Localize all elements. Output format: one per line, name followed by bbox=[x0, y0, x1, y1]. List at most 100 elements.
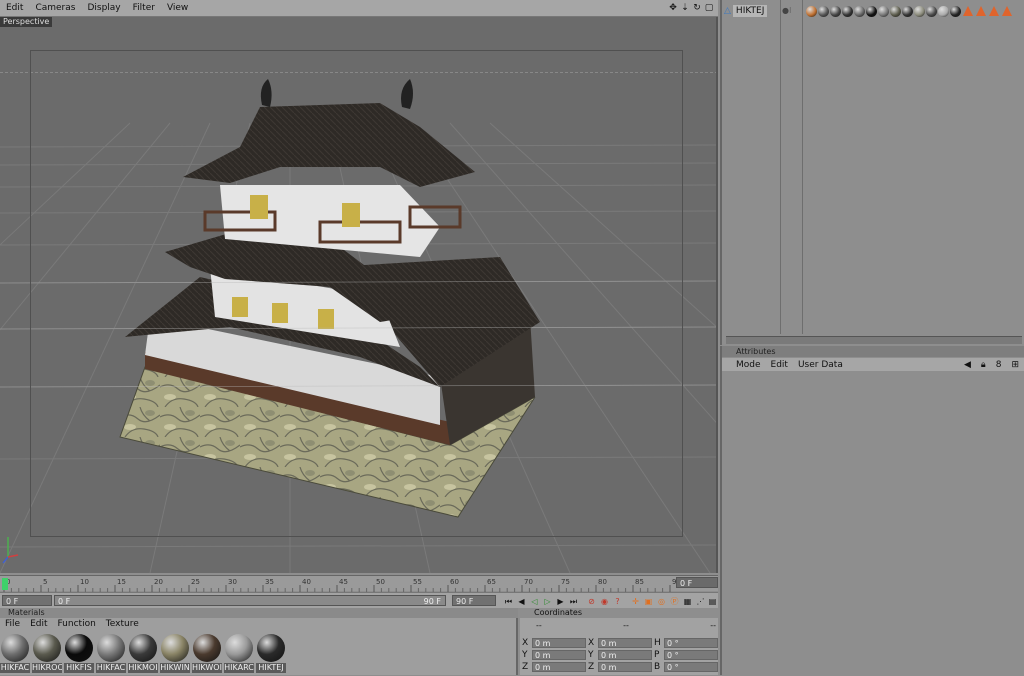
material-tag[interactable] bbox=[878, 6, 889, 17]
material-item[interactable]: HIKFIS bbox=[64, 634, 94, 676]
coord-field[interactable]: 0 m bbox=[532, 650, 586, 660]
key-position-icon[interactable]: ✛ bbox=[630, 596, 641, 607]
playhead[interactable] bbox=[2, 578, 8, 590]
key-rotation-icon[interactable]: ◎ bbox=[656, 596, 667, 607]
material-tag[interactable] bbox=[830, 6, 841, 17]
object-icon: △ bbox=[724, 6, 731, 16]
materials-menu-edit[interactable]: Edit bbox=[25, 619, 52, 631]
play-backward-icon[interactable]: ◁ bbox=[529, 596, 540, 607]
end-frame-field[interactable]: 90 F bbox=[452, 595, 496, 606]
material-tag[interactable] bbox=[890, 6, 901, 17]
material-item[interactable]: HIKMOI bbox=[128, 634, 158, 676]
key-parameter-icon[interactable]: Ⓟ bbox=[669, 596, 680, 607]
coord-field[interactable]: 0 m bbox=[532, 638, 586, 648]
next-frame-icon[interactable]: ▶ bbox=[555, 596, 566, 607]
coord-row-1: X 0 m X 0 m H 0 ° bbox=[522, 638, 720, 649]
3d-viewport[interactable]: Perspective bbox=[0, 17, 718, 573]
material-preview bbox=[193, 634, 221, 662]
material-name: HIKMOI bbox=[128, 663, 158, 673]
timeline-tick-label: 75 bbox=[561, 578, 570, 586]
maximize-icon[interactable]: ▢ bbox=[704, 3, 714, 13]
attributes-menu: Mode Edit User Data ◀ 🔒︎ 8 ⊞ bbox=[722, 358, 1024, 371]
current-frame-field[interactable]: 0 F bbox=[676, 577, 718, 588]
material-tag[interactable] bbox=[902, 6, 913, 17]
coord-label: Z bbox=[522, 662, 529, 672]
material-item[interactable]: HIKARC bbox=[224, 634, 254, 676]
materials-title: Materials bbox=[0, 608, 518, 618]
phong-tag[interactable] bbox=[976, 6, 986, 16]
coord-label: H bbox=[654, 638, 661, 648]
object-row[interactable]: △ HIKTEJ bbox=[724, 4, 768, 18]
lock-icon[interactable]: 🔒︎ bbox=[976, 360, 991, 370]
timeline-menu-icon[interactable]: ▤ bbox=[707, 596, 718, 607]
materials-menu-function[interactable]: Function bbox=[53, 619, 101, 631]
timeline-tick-label: 80 bbox=[598, 578, 607, 586]
viewport-menubar: Edit Cameras Display Filter View ✥ ⇣ ↻ ▢ bbox=[0, 0, 718, 17]
attributes-menu-edit[interactable]: Edit bbox=[766, 360, 793, 370]
coord-field[interactable]: 0 m bbox=[598, 650, 652, 660]
material-tag[interactable] bbox=[854, 6, 865, 17]
coord-field[interactable]: 0 ° bbox=[664, 650, 718, 660]
menu-cameras[interactable]: Cameras bbox=[29, 3, 81, 13]
material-item[interactable]: HIKFAC bbox=[96, 634, 126, 676]
timeline-tick-label: 55 bbox=[413, 578, 422, 586]
goto-start-icon[interactable]: ⏮ bbox=[503, 596, 514, 607]
coord-field[interactable]: 0 ° bbox=[664, 662, 718, 672]
menu-view[interactable]: View bbox=[161, 3, 194, 13]
material-tag[interactable] bbox=[950, 6, 961, 17]
materials-menu-texture[interactable]: Texture bbox=[101, 619, 144, 631]
material-item[interactable]: HIKFAC bbox=[0, 634, 30, 676]
material-tag[interactable] bbox=[914, 6, 925, 17]
material-tag[interactable] bbox=[818, 6, 829, 17]
coord-field[interactable]: 0 m bbox=[598, 662, 652, 672]
material-tag[interactable] bbox=[806, 6, 817, 17]
phong-tag[interactable] bbox=[1002, 6, 1012, 16]
material-item[interactable]: HIKWOI bbox=[192, 634, 222, 676]
object-horizontal-scrollbar[interactable] bbox=[726, 336, 1022, 344]
material-item[interactable]: HIKWIN bbox=[160, 634, 190, 676]
attributes-panel: Attributes Mode Edit User Data ◀ 🔒︎ 8 ⊞ bbox=[720, 346, 1024, 675]
prev-frame-icon[interactable]: ◀ bbox=[516, 596, 527, 607]
dolly-icon[interactable]: ⇣ bbox=[680, 3, 690, 13]
visibility-dots-icon[interactable]: ●⁝ bbox=[782, 6, 792, 15]
timeline-tick-label: 30 bbox=[228, 578, 237, 586]
goto-end-icon[interactable]: ⏭ bbox=[568, 596, 579, 607]
back-arrow-icon[interactable]: ◀ bbox=[959, 360, 976, 370]
play-forward-icon[interactable]: ▷ bbox=[542, 596, 553, 607]
column-divider bbox=[780, 0, 781, 334]
coord-label: X bbox=[522, 638, 529, 648]
materials-menu-file[interactable]: File bbox=[0, 619, 25, 631]
key-scale-icon[interactable]: ▣ bbox=[643, 596, 654, 607]
coord-field[interactable]: 0 m bbox=[598, 638, 652, 648]
phong-tag[interactable] bbox=[989, 6, 999, 16]
material-tag[interactable] bbox=[926, 6, 937, 17]
coord-col-position: -- bbox=[536, 621, 542, 630]
material-preview bbox=[33, 634, 61, 662]
menu-display[interactable]: Display bbox=[81, 3, 126, 13]
start-frame-field[interactable]: 0 F bbox=[2, 595, 52, 606]
material-tag[interactable] bbox=[938, 6, 949, 17]
attributes-menu-mode[interactable]: Mode bbox=[722, 360, 766, 370]
material-preview bbox=[161, 634, 189, 662]
rotate-view-icon[interactable]: ↻ bbox=[692, 3, 702, 13]
key-interpolation-icon[interactable]: ⋰ bbox=[695, 596, 706, 607]
new-panel-icon[interactable]: ⊞ bbox=[1006, 360, 1024, 370]
material-tag[interactable] bbox=[866, 6, 877, 17]
keyframe-help-icon[interactable]: ? bbox=[612, 596, 623, 607]
menu-filter[interactable]: Filter bbox=[127, 3, 161, 13]
preview-range-slider[interactable]: 0 F 90 F bbox=[54, 595, 446, 606]
material-tag[interactable] bbox=[842, 6, 853, 17]
menu-edit[interactable]: Edit bbox=[0, 3, 29, 13]
key-pla-icon[interactable]: ▦ bbox=[682, 596, 693, 607]
attributes-menu-userdata[interactable]: User Data bbox=[793, 360, 848, 370]
record-icon[interactable]: ⊘ bbox=[586, 596, 597, 607]
material-item[interactable]: HIKROO bbox=[32, 634, 62, 676]
object-name[interactable]: HIKTEJ bbox=[732, 5, 768, 17]
phong-tag[interactable] bbox=[963, 6, 973, 16]
coord-field[interactable]: 0 ° bbox=[664, 638, 718, 648]
autokey-icon[interactable]: ◉ bbox=[599, 596, 610, 607]
move-view-icon[interactable]: ✥ bbox=[668, 3, 678, 13]
material-item[interactable]: HIKTEJ bbox=[256, 634, 286, 676]
timeline-ruler[interactable]: 051015202530354045505560657075808590 bbox=[0, 575, 718, 592]
coord-field[interactable]: 0 m bbox=[532, 662, 586, 672]
